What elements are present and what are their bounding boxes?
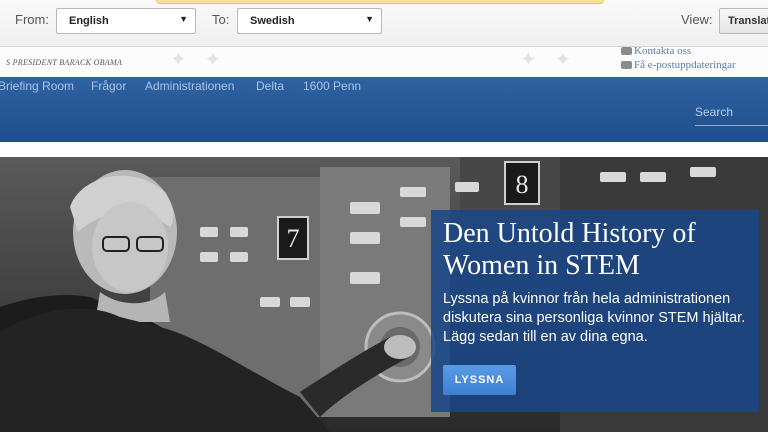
site-tagline: S PRESIDENT BARACK OBAMA xyxy=(6,58,123,67)
main-nav: Briefing Room Frågor Administrationen De… xyxy=(0,77,768,142)
search-box xyxy=(695,103,768,126)
to-label: To: xyxy=(212,12,230,27)
feature-title[interactable]: Den Untold History of Women in STEM xyxy=(443,218,753,282)
decorative-stars: ✦ ✦ xyxy=(170,49,228,71)
nav-item-administrationen[interactable]: Administrationen xyxy=(145,79,234,93)
contact-link-label: Kontakta oss xyxy=(634,45,692,57)
hero-banner[interactable]: 7 8 Den Untold History of Women in STEM … xyxy=(0,157,768,432)
from-language-value: English xyxy=(69,15,109,27)
view-label: View: xyxy=(681,12,713,27)
nav-item-briefing-room[interactable]: Briefing Room xyxy=(0,79,74,93)
chevron-down-icon: ▼ xyxy=(365,14,374,24)
from-language-select[interactable]: English ▼ xyxy=(56,8,196,34)
nav-divider xyxy=(0,142,768,157)
view-translation-button[interactable]: Translat xyxy=(719,8,768,34)
nav-item-fragor[interactable]: Frågor xyxy=(91,79,126,93)
listen-button[interactable]: LYSSNA xyxy=(443,365,516,395)
search-input[interactable] xyxy=(695,105,765,119)
feature-description: Lyssna på kvinnor från hela administrati… xyxy=(443,291,746,345)
feature-panel: Den Untold History of Women in STEM Lyss… xyxy=(431,210,759,412)
chat-icon xyxy=(621,47,632,56)
email-updates-label: Få e-postuppdateringar xyxy=(634,59,736,71)
nav-item-1600-penn[interactable]: 1600 Penn xyxy=(303,79,361,93)
notification-strip xyxy=(156,0,604,4)
translate-bar: From: English ▼ To: Swedish ▼ View: Tran… xyxy=(0,0,768,47)
decorative-stars: ✦ ✦ xyxy=(520,49,578,71)
email-updates-link[interactable]: Få e-postuppdateringar xyxy=(621,59,736,71)
envelope-icon xyxy=(621,61,632,70)
to-language-select[interactable]: Swedish ▼ xyxy=(237,8,382,34)
panel-number-8: 8 xyxy=(516,170,529,199)
chevron-down-icon: ▼ xyxy=(179,14,188,24)
from-label: From: xyxy=(15,12,49,27)
contact-link[interactable]: Kontakta oss xyxy=(621,45,691,57)
to-language-value: Swedish xyxy=(250,15,295,27)
nav-item-delta[interactable]: Delta xyxy=(256,79,284,93)
panel-number-7: 7 xyxy=(287,224,300,253)
